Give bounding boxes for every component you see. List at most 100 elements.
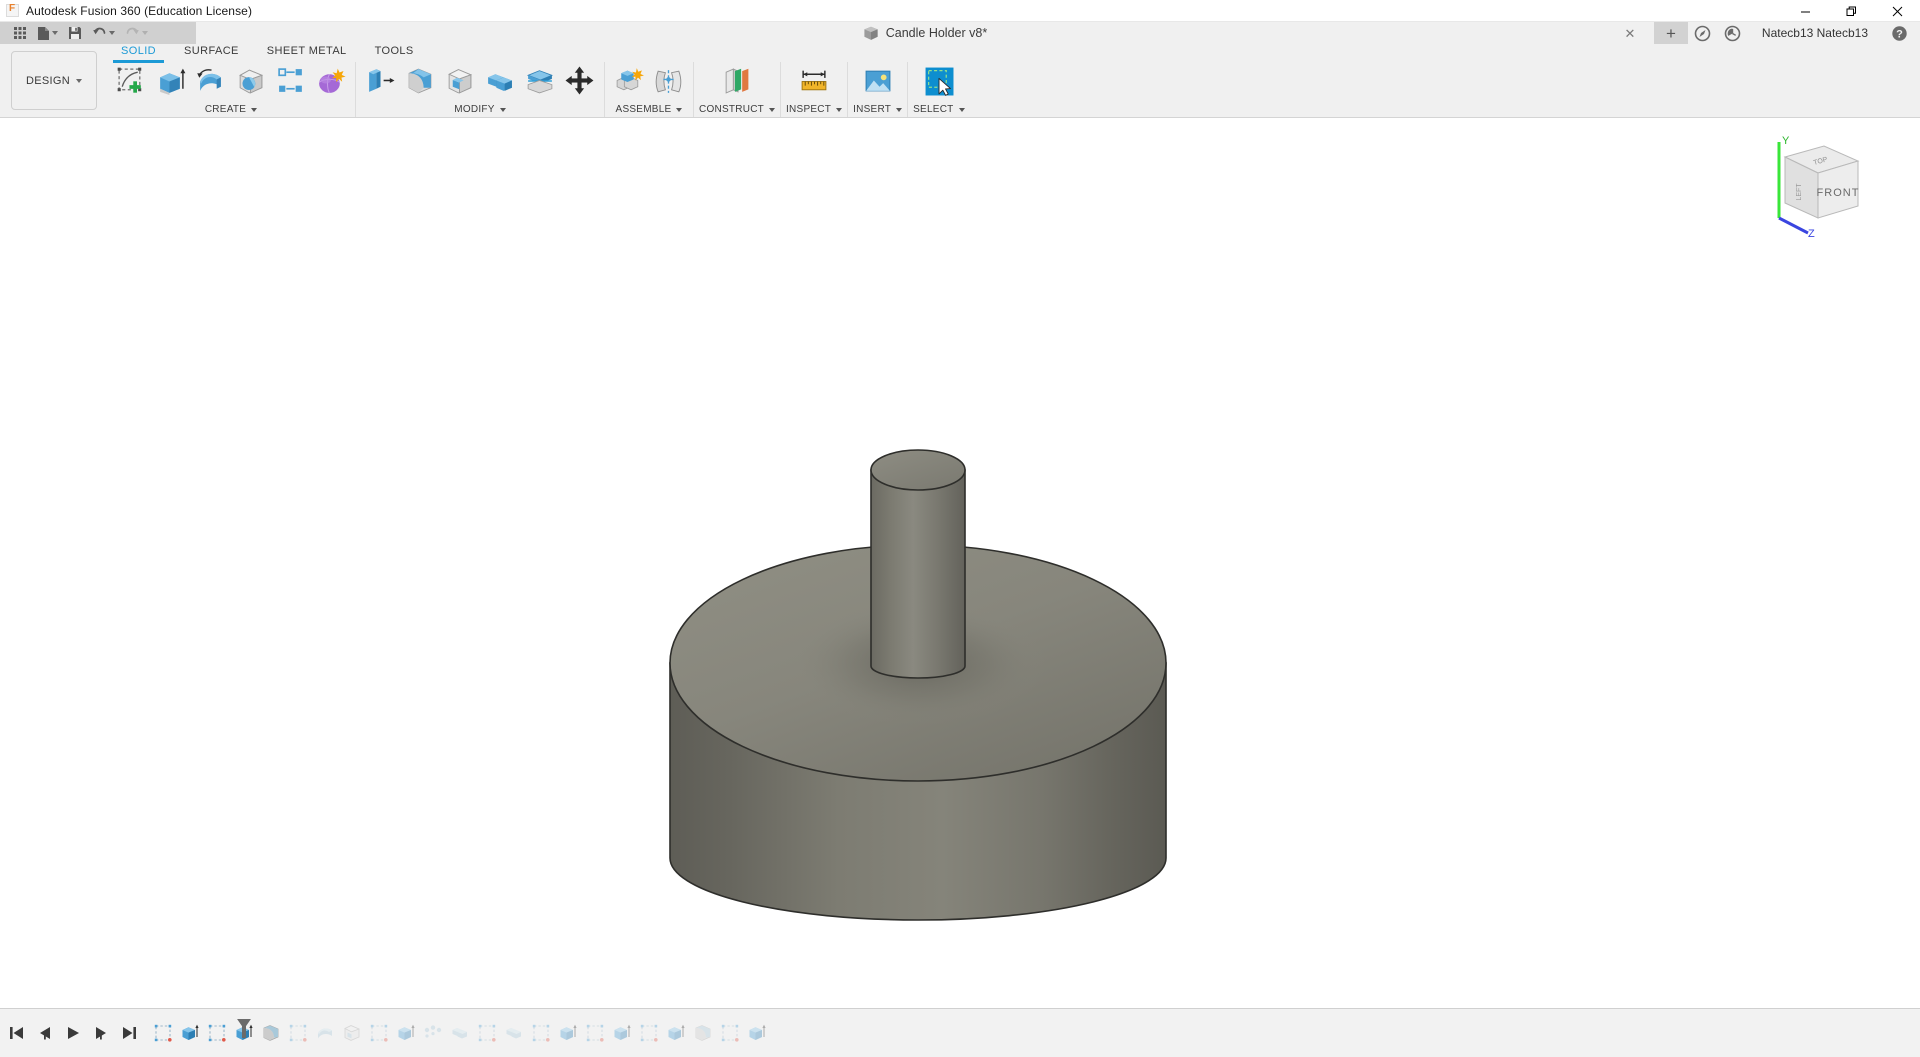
ribbon-group-label[interactable]: INSPECT — [786, 104, 842, 115]
undo-button[interactable] — [87, 22, 120, 44]
viewport-canvas[interactable]: Y Z FRONT TOP LEFT — [0, 118, 1920, 1008]
timeline-playhead-marker[interactable] — [235, 1019, 253, 1029]
minimize-icon[interactable] — [1782, 0, 1828, 22]
help-icon[interactable]: ? — [1884, 22, 1914, 44]
chevron-down-icon — [959, 108, 965, 112]
ribbon-group-tools — [920, 62, 958, 100]
timeline-feature-sketch[interactable] — [582, 1019, 608, 1047]
offset-plane-tool[interactable] — [718, 63, 756, 99]
timeline-feature-sketch[interactable] — [285, 1019, 311, 1047]
timeline-feature-extrude[interactable] — [609, 1019, 635, 1047]
file-menu-button[interactable] — [32, 22, 63, 44]
new-document-tab-button[interactable]: + — [1654, 22, 1688, 44]
timeline-feature-sketch[interactable] — [204, 1019, 230, 1047]
tab-tools[interactable]: TOOLS — [361, 44, 428, 61]
ribbon-group-label[interactable]: CREATE — [205, 104, 257, 115]
timeline-feature-fillet[interactable] — [690, 1019, 716, 1047]
sphere-icon — [236, 66, 266, 96]
timeline-go-to-end-button[interactable] — [116, 1020, 142, 1046]
extrude-icon — [180, 1023, 200, 1043]
revolve-tool[interactable] — [192, 63, 230, 99]
combine-tool[interactable] — [481, 63, 519, 99]
timeline-feature-extrude[interactable] — [555, 1019, 581, 1047]
timeline-feature-sketch[interactable] — [636, 1019, 662, 1047]
restore-icon[interactable] — [1828, 0, 1874, 22]
document-tab-area: Candle Holder v8* ✕ + Natecb13 Natecb13 — [196, 22, 1920, 44]
new-component-icon — [614, 66, 644, 96]
fillet-tool[interactable] — [401, 63, 439, 99]
shell-tool[interactable] — [441, 63, 479, 99]
redo-button[interactable] — [120, 22, 153, 44]
ribbon-group-label[interactable]: CONSTRUCT — [699, 104, 775, 115]
ribbon-group-label-text: SELECT — [913, 104, 953, 115]
user-name[interactable]: Natecb13 Natecb13 — [1748, 26, 1884, 40]
ribbon-group-label[interactable]: MODIFY — [454, 104, 505, 115]
quick-access-toolbar — [0, 22, 196, 44]
ribbon-group-tools — [361, 62, 599, 100]
tab-surface[interactable]: SURFACE — [170, 44, 253, 61]
create-form-tool[interactable] — [312, 63, 350, 99]
document-tab-label: Candle Holder v8* — [886, 26, 987, 40]
job-status-clock-icon[interactable] — [1718, 22, 1748, 44]
timeline-feature-pattern[interactable] — [420, 1019, 446, 1047]
timeline-feature-sketch[interactable] — [528, 1019, 554, 1047]
joint-tool[interactable] — [650, 63, 688, 99]
move-copy-tool[interactable] — [561, 63, 599, 99]
chevron-down-icon — [896, 108, 902, 112]
combine-icon — [485, 66, 515, 96]
timeline-feature-list[interactable] — [142, 1019, 1920, 1047]
create-sketch-tool[interactable] — [112, 63, 150, 99]
extrude-icon — [396, 1023, 416, 1043]
close-icon[interactable]: ✕ — [1620, 22, 1640, 44]
workspace-selector[interactable]: DESIGN — [11, 51, 97, 110]
tab-sheet-metal[interactable]: SHEET METAL — [253, 44, 361, 61]
new-component-tool[interactable] — [610, 63, 648, 99]
timeline-feature-sketch[interactable] — [366, 1019, 392, 1047]
save-button[interactable] — [63, 22, 87, 44]
timeline-feature-extrude[interactable] — [744, 1019, 770, 1047]
view-cube[interactable]: Y Z FRONT TOP LEFT — [1752, 130, 1872, 240]
measure-tool[interactable] — [795, 63, 833, 99]
post-top — [871, 450, 965, 490]
press-pull-tool[interactable] — [361, 63, 399, 99]
timeline-feature-sketch[interactable] — [474, 1019, 500, 1047]
sketch-icon — [585, 1023, 605, 1043]
sketch-icon — [207, 1023, 227, 1043]
timeline-step-back-button[interactable] — [32, 1020, 58, 1046]
timeline-feature-sketch[interactable] — [717, 1019, 743, 1047]
timeline-feature-sketch[interactable] — [150, 1019, 176, 1047]
title-bar: Autodesk Fusion 360 (Education License) — [0, 0, 1920, 22]
extrude-tool[interactable] — [152, 63, 190, 99]
timeline-go-to-start-button[interactable] — [4, 1020, 30, 1046]
timeline-feature-shell[interactable] — [339, 1019, 365, 1047]
ribbon-group-insert: INSERT — [847, 62, 907, 117]
timeline-feature-fillet[interactable] — [258, 1019, 284, 1047]
timeline-feature-extrude[interactable] — [663, 1019, 689, 1047]
extrude-icon — [666, 1023, 686, 1043]
candle-holder-model[interactable] — [0, 118, 1920, 1008]
tab-solid[interactable]: SOLID — [107, 44, 170, 61]
timeline-feature-extrude[interactable] — [231, 1019, 257, 1047]
timeline-feature-combine[interactable] — [447, 1019, 473, 1047]
sphere-tool[interactable] — [232, 63, 270, 99]
pattern-tool[interactable] — [272, 63, 310, 99]
sketch-icon — [153, 1023, 173, 1043]
ribbon-group-label[interactable]: INSERT — [853, 104, 902, 115]
timeline-playback-controls — [0, 1020, 142, 1046]
ribbon-group-label[interactable]: ASSEMBLE — [616, 104, 683, 115]
extensions-icon[interactable] — [1688, 22, 1718, 44]
timeline-feature-revolve[interactable] — [312, 1019, 338, 1047]
timeline-feature-combine[interactable] — [501, 1019, 527, 1047]
app-grid-button[interactable] — [8, 22, 32, 44]
close-icon[interactable] — [1874, 0, 1920, 22]
ribbon-group-label[interactable]: SELECT — [913, 104, 964, 115]
select-tool[interactable] — [920, 63, 958, 99]
split-face-tool[interactable] — [521, 63, 559, 99]
redo-icon — [125, 26, 140, 40]
timeline-step-forward-button[interactable] — [88, 1020, 114, 1046]
timeline-feature-extrude[interactable] — [177, 1019, 203, 1047]
insert-image-tool[interactable] — [859, 63, 897, 99]
timeline-feature-extrude[interactable] — [393, 1019, 419, 1047]
document-tab[interactable]: Candle Holder v8* ✕ — [196, 22, 1654, 44]
timeline-play-button[interactable] — [60, 1020, 86, 1046]
